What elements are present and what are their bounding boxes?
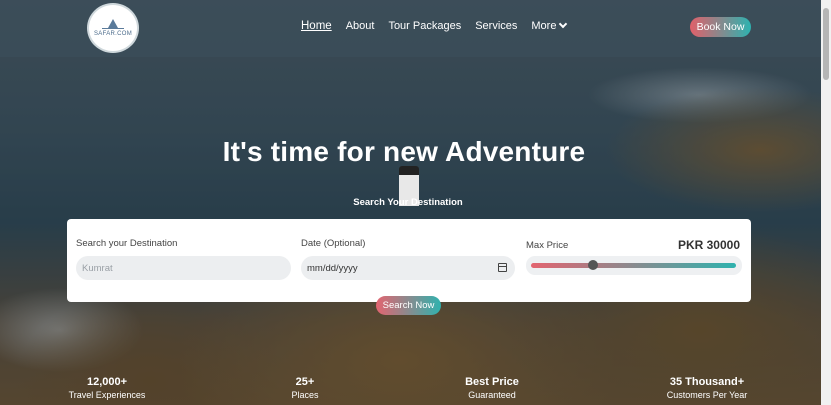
stat-value: Best Price	[465, 376, 519, 388]
nav-services[interactable]: Services	[475, 20, 517, 32]
price-slider-thumb[interactable]	[587, 260, 598, 270]
destination-label: Search your Destination	[76, 238, 178, 249]
stat-value: 35 Thousand+	[669, 376, 745, 388]
page-scrollbar[interactable]	[821, 0, 831, 405]
stat-places: 25+ Places	[280, 376, 330, 400]
stat-label: Travel Experiences	[68, 390, 146, 400]
nav-about[interactable]: About	[346, 20, 375, 32]
date-label: Date (Optional)	[301, 238, 366, 249]
date-value: mm/dd/yyyy	[307, 262, 358, 274]
stat-travel-experiences: 12,000+ Travel Experiences	[63, 376, 151, 400]
hero-subtitle: Search Your Destination	[353, 197, 463, 208]
stat-customers: 35 Thousand+ Customers Per Year	[655, 376, 759, 400]
nav-tour-packages[interactable]: Tour Packages	[388, 20, 461, 32]
price-value: PKR 30000	[677, 238, 740, 252]
nav-links: Home About Tour Packages Services More	[301, 19, 580, 32]
stat-value: 12,000+	[86, 376, 128, 388]
nav-more[interactable]: More	[531, 19, 568, 32]
destination-input[interactable]	[76, 256, 291, 280]
search-now-button[interactable]: Search Now	[376, 296, 441, 315]
navbar: SAFAR.COM Home About Tour Packages Servi…	[0, 0, 821, 57]
price-slider-track[interactable]	[531, 263, 736, 268]
price-label: Max Price	[526, 240, 569, 251]
stat-label: Guaranteed	[468, 390, 516, 400]
nav-more-label: More	[531, 20, 557, 32]
nav-home[interactable]: Home	[301, 20, 332, 32]
site-logo[interactable]: SAFAR.COM	[87, 3, 139, 53]
price-slider[interactable]	[526, 256, 742, 275]
scrollbar-thumb[interactable]	[823, 8, 829, 80]
stat-best-price: Best Price Guaranteed	[452, 376, 532, 400]
book-now-button[interactable]: Book Now	[690, 17, 751, 37]
logo-mountain-icon	[102, 19, 124, 29]
logo-text: SAFAR.COM	[93, 31, 133, 37]
calendar-icon[interactable]	[498, 263, 507, 272]
hero-title: It's time for new Adventure	[222, 136, 586, 167]
stat-value: 25+	[295, 376, 315, 388]
stat-label: Customers Per Year	[666, 390, 748, 400]
chevron-down-icon	[559, 19, 568, 29]
stat-label: Places	[291, 390, 319, 400]
date-input[interactable]: mm/dd/yyyy	[301, 256, 515, 280]
search-card: Search your Destination Date (Optional) …	[67, 219, 751, 302]
